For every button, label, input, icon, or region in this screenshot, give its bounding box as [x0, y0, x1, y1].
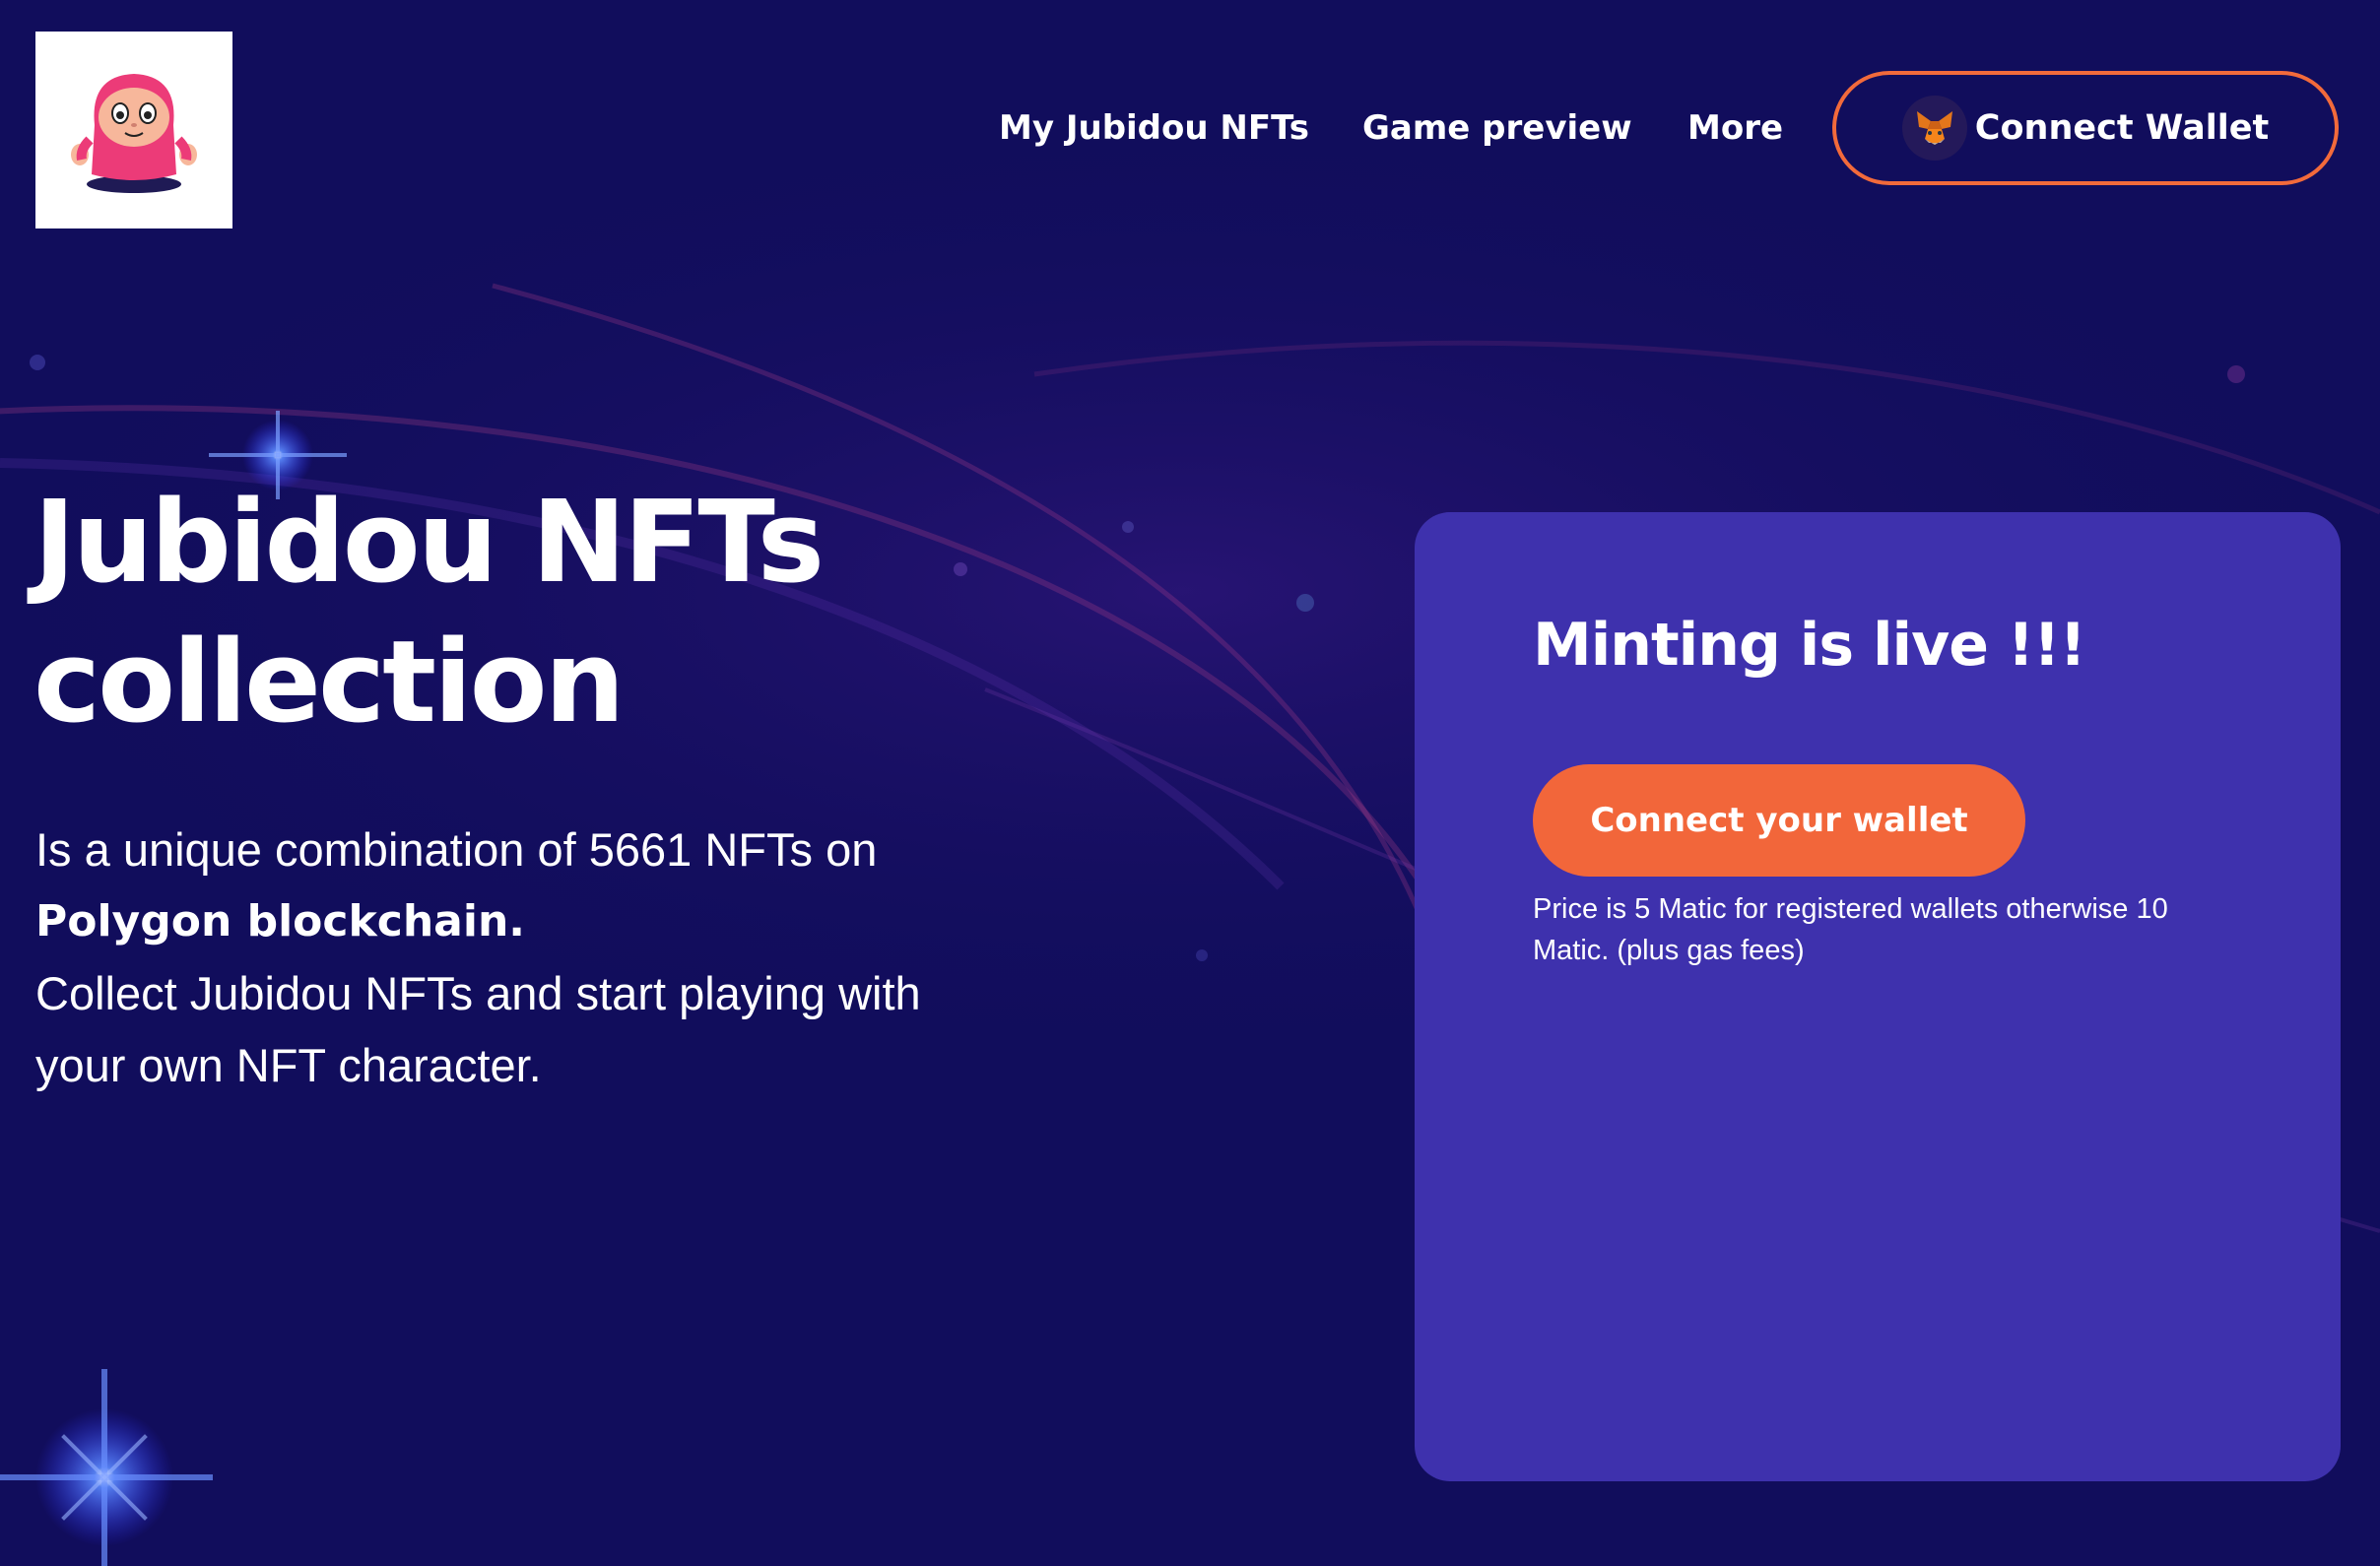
hero-desc-blockchain: Polygon blockchain. [35, 896, 525, 946]
metamask-fox-icon [1901, 96, 1967, 161]
nav-my-jubidou-nfts[interactable]: My Jubidou NFTs [999, 100, 1309, 156]
hero-title-line-1: Jubidou NFTs [33, 477, 825, 609]
minting-title: Minting is live !!! [1533, 611, 2086, 680]
hero-title-line-2: collection [33, 617, 625, 749]
connect-wallet-label: Connect Wallet [1974, 108, 2270, 148]
minting-card: Minting is live !!! Connect your wallet … [1415, 512, 2341, 1481]
hero-description: Is a unique combination of 5661 NFTs on … [35, 814, 1119, 1101]
connect-wallet-button[interactable]: Connect Wallet [1832, 71, 2339, 185]
nav-more[interactable]: More [1687, 100, 1783, 156]
hero-desc-line-1: Is a unique combination of 5661 NFTs on [35, 823, 878, 876]
hero-desc-line-4: your own NFT character. [35, 1039, 542, 1091]
site-logo[interactable] [35, 32, 232, 228]
hero-desc-line-3: Collect Jubidou NFTs and start playing w… [35, 967, 921, 1019]
nav-game-preview[interactable]: Game preview [1362, 100, 1632, 156]
price-note: Price is 5 Matic for registered wallets … [1533, 893, 2168, 966]
connect-your-wallet-button[interactable]: Connect your wallet [1533, 764, 2025, 877]
jubidou-mascot-logo-icon [71, 74, 197, 193]
hero-title: Jubidou NFTs collection [33, 473, 1314, 752]
